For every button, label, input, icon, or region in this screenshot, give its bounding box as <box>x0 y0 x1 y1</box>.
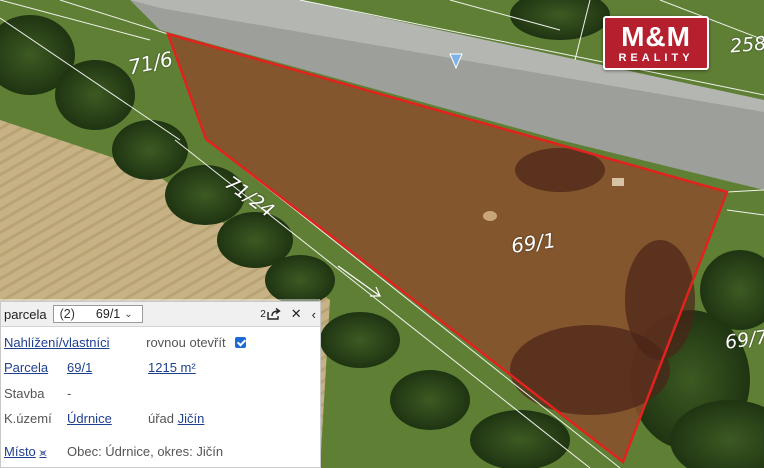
office-label: úřad <box>148 411 175 426</box>
view-owners-row: Nahlížení/vlastníci rovnou otevřít <box>4 335 247 350</box>
share-button[interactable]: 2 <box>260 308 281 320</box>
hay-bale <box>483 211 497 221</box>
place-row: Místo ⪤ Obec: Údrnice, okres: Jičín <box>4 444 223 460</box>
parcel-link[interactable]: Parcela <box>4 360 48 375</box>
parcel-row: Parcela 69/1 1215 m² <box>4 360 196 375</box>
building-value: - <box>67 386 72 401</box>
panel-header: parcela (2) 69/1 ⌄ 2 ✕ ‹ <box>1 302 320 327</box>
place-link[interactable]: Místo <box>4 444 36 459</box>
parcel-area-link[interactable]: 1215 m² <box>148 360 196 375</box>
building-row: Stavba - <box>4 386 71 401</box>
parcel-info-panel: parcela (2) 69/1 ⌄ 2 ✕ ‹ Nahlížení/vlast… <box>0 301 321 468</box>
chevron-down-icon: ⌄ <box>124 308 133 320</box>
office-link[interactable]: Jičín <box>178 411 205 426</box>
parcel-label-258: 258 <box>729 32 764 58</box>
small-structure <box>612 178 624 186</box>
parcel-select-value: 69/1 <box>95 307 121 321</box>
territory-label: K.území <box>4 411 52 426</box>
parcel-select[interactable]: (2) 69/1 ⌄ <box>52 305 143 323</box>
parcel-count: (2) <box>59 307 75 321</box>
parcel-number-link[interactable]: 69/1 <box>67 360 92 375</box>
share-icon <box>267 308 281 320</box>
close-icon[interactable]: ✕ <box>291 306 302 322</box>
territory-row: K.území Údrnice úřad Jičín <box>4 411 204 426</box>
territory-link[interactable]: Údrnice <box>67 411 112 426</box>
view-owners-link[interactable]: Nahlížení/vlastníci <box>4 335 110 350</box>
panel-title: parcela <box>4 306 47 322</box>
chevron-left-icon[interactable]: ‹ <box>312 307 316 322</box>
share-count: 2 <box>260 308 266 320</box>
building-label: Stavba <box>4 386 45 401</box>
brand-logo: M&M REALITY <box>603 16 709 70</box>
open-directly-label: rovnou otevřít <box>146 335 226 350</box>
share-arrow-icon[interactable]: ⪤ <box>39 447 46 459</box>
place-value: Obec: Údrnice, okres: Jičín <box>67 444 224 459</box>
open-directly-checkbox[interactable] <box>235 337 247 348</box>
